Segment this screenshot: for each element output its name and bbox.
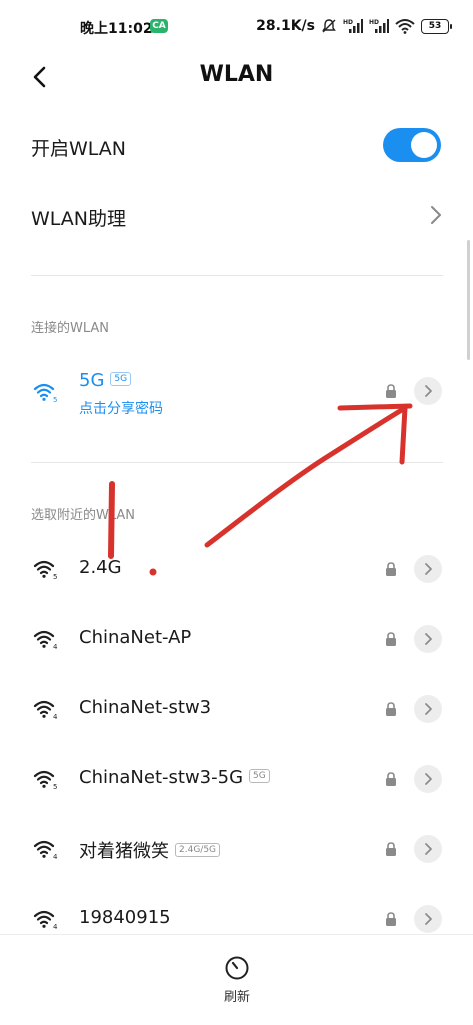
share-password-link[interactable]: 点击分享密码 xyxy=(79,398,163,418)
wlan-assistant-row[interactable]: WLAN助理 xyxy=(0,180,473,250)
network-row[interactable]: 4 ChinaNet-AP xyxy=(0,604,473,674)
network-details-button[interactable] xyxy=(414,905,442,933)
wifi-signal-icon: 4 xyxy=(33,910,58,930)
lock-icon xyxy=(386,842,396,856)
svg-text:4: 4 xyxy=(53,923,58,930)
refresh-button[interactable]: 刷新 xyxy=(196,943,278,1015)
wlan-toggle-row[interactable]: 开启WLAN xyxy=(0,110,473,180)
divider xyxy=(31,275,443,276)
battery-icon: 53 xyxy=(421,18,452,34)
divider xyxy=(31,462,443,463)
notification-badge: CA xyxy=(150,19,168,33)
scrollbar[interactable] xyxy=(467,240,470,360)
svg-text:4: 4 xyxy=(53,853,58,860)
header: WLAN xyxy=(0,54,473,98)
page-title: WLAN xyxy=(199,62,274,87)
connected-network-row[interactable]: 5 5G 5G 点击分享密码 xyxy=(0,355,473,425)
wifi-signal-icon: 5 xyxy=(33,383,57,403)
lock-icon xyxy=(386,632,396,646)
svg-text:5: 5 xyxy=(53,783,57,790)
chevron-right-icon xyxy=(431,206,441,224)
svg-text:5: 5 xyxy=(53,573,57,580)
network-details-button[interactable] xyxy=(414,625,442,653)
svg-text:4: 4 xyxy=(53,713,58,720)
network-name: 19840915 xyxy=(79,907,171,928)
wifi-signal-icon: 5 xyxy=(33,770,57,790)
wifi-signal-icon: 4 xyxy=(33,840,58,860)
network-row[interactable]: 5 2.4G xyxy=(0,534,473,604)
network-row[interactable]: 4 对着猪微笑 2.4G/5G xyxy=(0,814,473,884)
band-badge: 5G xyxy=(110,372,132,386)
silent-icon xyxy=(322,19,336,33)
nearby-section-title: 选取附近的WLAN xyxy=(31,508,136,523)
refresh-icon xyxy=(225,956,249,980)
network-row[interactable]: 4 ChinaNet-stw3 xyxy=(0,674,473,744)
chevron-right-icon xyxy=(425,773,432,785)
network-name: 对着猪微笑 2.4G/5G xyxy=(79,837,221,863)
wifi-signal-icon: 5 xyxy=(33,560,57,580)
status-bar: 晚上11:02 CA 28.1K/s HD HD 53 xyxy=(0,0,473,54)
chevron-right-icon xyxy=(425,703,432,715)
svg-text:HD: HD xyxy=(343,19,353,26)
svg-text:4: 4 xyxy=(53,643,58,650)
lock-icon xyxy=(386,702,396,716)
network-details-button[interactable] xyxy=(414,555,442,583)
lock-icon xyxy=(386,912,396,926)
chevron-right-icon xyxy=(425,913,432,925)
chevron-right-icon xyxy=(425,633,432,645)
chevron-right-icon xyxy=(425,843,432,855)
wlan-toggle-label: 开启WLAN xyxy=(31,138,127,160)
connected-section-title: 连接的WLAN xyxy=(31,321,110,336)
network-details-button[interactable] xyxy=(414,765,442,793)
refresh-label: 刷新 xyxy=(223,990,250,1005)
network-details-button[interactable] xyxy=(414,695,442,723)
lock-icon xyxy=(386,772,396,786)
status-time: 晚上11:02 xyxy=(80,21,153,37)
band-badge: 5G xyxy=(249,769,270,783)
wifi-status-icon xyxy=(395,19,415,34)
wifi-signal-icon: 4 xyxy=(33,630,58,650)
bottom-bar: 刷新 xyxy=(0,934,473,1025)
network-details-button[interactable] xyxy=(414,377,442,405)
signal-hd-icon-2: HD xyxy=(369,19,389,33)
wlan-assistant-label: WLAN助理 xyxy=(31,208,127,230)
svg-text:HD: HD xyxy=(369,19,379,26)
network-name: ChinaNet-AP xyxy=(79,627,192,648)
lock-icon xyxy=(386,562,396,576)
status-icons: 28.1K/s HD HD 53 xyxy=(256,16,452,36)
network-row[interactable]: 5 ChinaNet-stw3-5G 5G xyxy=(0,744,473,814)
toggle-knob xyxy=(411,132,437,158)
svg-text:5: 5 xyxy=(53,396,57,403)
band-badge: 2.4G/5G xyxy=(175,843,221,857)
annotation-arrow-shaft xyxy=(204,405,408,548)
network-details-button[interactable] xyxy=(414,835,442,863)
network-speed: 28.1K/s xyxy=(256,18,315,34)
wlan-toggle-switch[interactable] xyxy=(383,128,441,162)
wifi-signal-icon: 4 xyxy=(33,700,58,720)
network-name: 2.4G xyxy=(79,557,122,578)
network-name: ChinaNet-stw3-5G 5G xyxy=(79,767,270,788)
signal-hd-icon-1: HD xyxy=(343,19,363,33)
network-name: ChinaNet-stw3 xyxy=(79,697,212,718)
lock-icon xyxy=(386,384,396,398)
network-name: 5G 5G xyxy=(79,370,132,391)
chevron-right-icon xyxy=(425,385,432,397)
chevron-right-icon xyxy=(425,563,432,575)
